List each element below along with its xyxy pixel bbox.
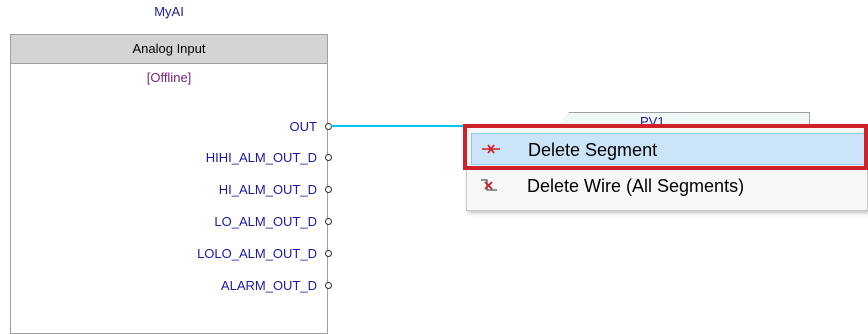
- pin-lolo[interactable]: [325, 250, 332, 257]
- port-hi-alm-out-d[interactable]: HI_ALM_OUT_D: [219, 182, 317, 197]
- wire-segment[interactable]: [331, 125, 481, 127]
- pin-hi[interactable]: [325, 186, 332, 193]
- port-hihi-alm-out-d[interactable]: HIHI_ALM_OUT_D: [206, 150, 317, 165]
- port-lolo-alm-out-d[interactable]: LOLO_ALM_OUT_D: [197, 246, 317, 261]
- pin-hihi[interactable]: [325, 154, 332, 161]
- block-type-header: Analog Input: [11, 35, 327, 64]
- port-alarm-out-d[interactable]: ALARM_OUT_D: [221, 278, 317, 293]
- port-lo-alm-out-d[interactable]: LO_ALM_OUT_D: [214, 214, 317, 229]
- menu-item-label: Delete Wire (All Segments): [527, 176, 745, 196]
- function-block[interactable]: Analog Input [Offline] OUT HIHI_ALM_OUT_…: [10, 34, 328, 334]
- delete-segment-icon: [480, 134, 502, 166]
- delete-wire-icon: [479, 170, 501, 202]
- context-menu: Delete Segment Delete Wire (All Segments…: [466, 125, 868, 211]
- pin-lo[interactable]: [325, 218, 332, 225]
- block-name: MyAI: [154, 4, 184, 19]
- menu-item-delete-segment[interactable]: Delete Segment: [471, 133, 865, 165]
- port-out[interactable]: OUT: [290, 119, 317, 134]
- menu-item-label: Delete Segment: [528, 140, 658, 160]
- menu-item-delete-wire[interactable]: Delete Wire (All Segments): [471, 170, 865, 202]
- block-status: [Offline]: [146, 70, 192, 85]
- pin-alarm[interactable]: [325, 282, 332, 289]
